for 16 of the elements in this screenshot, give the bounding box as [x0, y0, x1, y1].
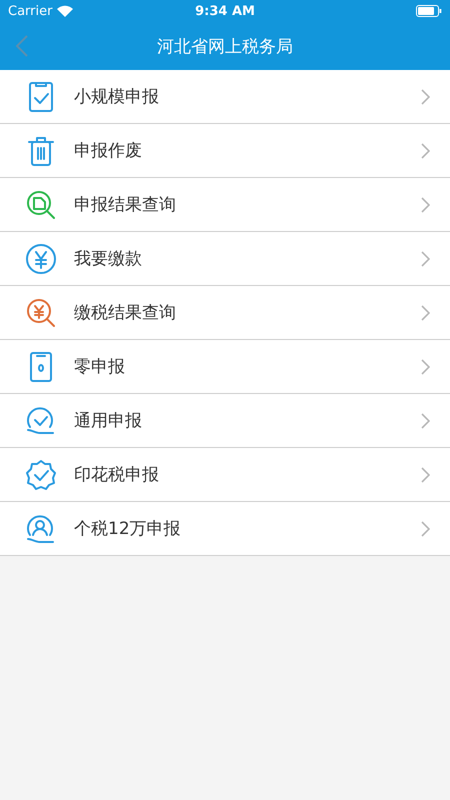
chevron-icon — [421, 196, 430, 212]
chevron-icon — [421, 412, 430, 428]
chevron-icon — [421, 358, 430, 374]
chevron-icon — [421, 142, 430, 158]
chevron-icon — [421, 466, 430, 482]
yen-circle-icon — [24, 242, 58, 276]
chevron-icon — [421, 88, 430, 104]
carrier-name: Carrier — [8, 4, 52, 18]
chevron-icon — [421, 520, 430, 536]
nav-title: 河北省网上税务局 — [157, 36, 293, 58]
chevron-icon — [421, 250, 430, 266]
badge-check-icon — [24, 458, 58, 492]
battery-icon — [416, 5, 442, 17]
status-time: 9:34 AM — [195, 4, 255, 18]
chevron-icon — [421, 304, 430, 320]
wifi-icon — [57, 5, 74, 17]
